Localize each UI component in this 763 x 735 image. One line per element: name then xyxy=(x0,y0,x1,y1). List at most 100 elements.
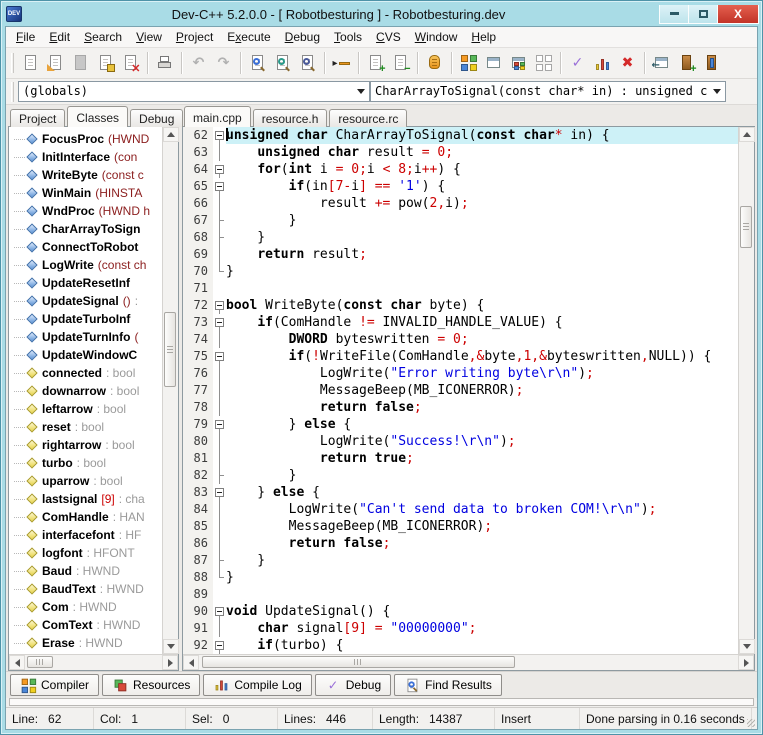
goto-line-button[interactable]: ▸ xyxy=(329,51,354,75)
scroll-down-button[interactable] xyxy=(163,639,179,654)
resize-grip[interactable] xyxy=(747,719,755,727)
code-text[interactable]: result += pow(2,i); xyxy=(226,195,738,212)
code-text[interactable]: } xyxy=(226,569,738,586)
report-tab-compile-log[interactable]: Compile Log xyxy=(203,674,311,696)
tree-item-baudtext[interactable]: BaudText: HWND xyxy=(9,580,162,598)
compile-and-run-button[interactable] xyxy=(506,51,531,75)
tree-item-updateresetinf[interactable]: UpdateResetInf xyxy=(9,274,162,292)
editor-vertical-scrollbar[interactable] xyxy=(738,127,754,654)
new-unit-button[interactable]: + xyxy=(363,51,388,75)
tree-item-chararraytosign[interactable]: CharArrayToSign xyxy=(9,220,162,238)
tree-item-downarrow[interactable]: downarrow: bool xyxy=(9,382,162,400)
tree-item-updateturboinf[interactable]: UpdateTurboInf xyxy=(9,310,162,328)
code-text[interactable]: void UpdateSignal() { xyxy=(226,603,738,620)
fold-marker[interactable] xyxy=(213,484,226,501)
menu-item-file[interactable]: File xyxy=(9,27,42,47)
titlebar[interactable]: DEV Dev-C++ 5.2.0.0 - [ Robotbesturing ]… xyxy=(1,1,762,25)
tree-item-updateturninfo[interactable]: UpdateTurnInfo( xyxy=(9,328,162,346)
tree-item-connected[interactable]: connected: bool xyxy=(9,364,162,382)
fold-marker[interactable] xyxy=(213,314,226,331)
code-text[interactable]: if(!WriteFile(ComHandle,&byte,1,&byteswr… xyxy=(226,348,738,365)
tree-item-winmain[interactable]: WinMain(HINSTA xyxy=(9,184,162,202)
tree-item-erase[interactable]: Erase: HWND xyxy=(9,634,162,652)
code-text[interactable]: if(in[7-i] == '1') { xyxy=(226,178,738,195)
tree-item-reset[interactable]: reset: bool xyxy=(9,418,162,436)
tree-vertical-scrollbar[interactable] xyxy=(162,127,178,654)
code-text[interactable]: DWORD byteswritten = 0; xyxy=(226,331,738,348)
scroll-up-button[interactable] xyxy=(163,127,179,142)
rebuild-all-button[interactable] xyxy=(531,51,556,75)
find-button[interactable] xyxy=(245,51,270,75)
code-text[interactable] xyxy=(226,586,738,603)
code-text[interactable]: for(int i = 0;i < 8;i++) { xyxy=(226,161,738,178)
fold-marker[interactable] xyxy=(213,161,226,178)
menu-item-tools[interactable]: Tools xyxy=(327,27,369,47)
chevron-down-icon[interactable] xyxy=(352,82,369,101)
tree-item-interfacefont[interactable]: interfacefont: HF xyxy=(9,526,162,544)
code-text[interactable]: if(ComHandle != INVALID_HANDLE_VALUE) { xyxy=(226,314,738,331)
code-text[interactable]: return result; xyxy=(226,246,738,263)
fold-marker[interactable] xyxy=(213,637,226,654)
fold-marker[interactable] xyxy=(213,178,226,195)
menu-item-debug[interactable]: Debug xyxy=(278,27,327,47)
editor-horizontal-scrollbar[interactable] xyxy=(183,654,754,670)
scroll-up-button[interactable] xyxy=(739,127,755,142)
tab-main-cpp[interactable]: main.cpp xyxy=(184,106,251,127)
menu-item-help[interactable]: Help xyxy=(464,27,503,47)
tab-project[interactable]: Project xyxy=(10,109,65,127)
print-button[interactable] xyxy=(152,51,177,75)
abort-button[interactable]: ✖ xyxy=(615,51,640,75)
tree-item-logwrite[interactable]: LogWrite(const ch xyxy=(9,256,162,274)
compile-button[interactable] xyxy=(456,51,481,75)
code-text[interactable]: char signal[9] = "00000000"; xyxy=(226,620,738,637)
tree-item-wndproc[interactable]: WndProc(HWND h xyxy=(9,202,162,220)
menu-item-search[interactable]: Search xyxy=(77,27,129,47)
code-text[interactable]: LogWrite("Error writing byte\r\n"); xyxy=(226,365,738,382)
remove-unit-button[interactable]: − xyxy=(388,51,413,75)
chevron-down-icon[interactable] xyxy=(708,82,725,101)
code-text[interactable]: MessageBeep(MB_ICONERROR); xyxy=(226,382,738,399)
tree-item-logfont[interactable]: logfont: HFONT xyxy=(9,544,162,562)
menu-item-execute[interactable]: Execute xyxy=(220,27,277,47)
code-text[interactable]: LogWrite("Can't send data to broken COM!… xyxy=(226,501,738,518)
replace-button[interactable] xyxy=(270,51,295,75)
switch-window-button[interactable]: ← xyxy=(649,51,674,75)
report-tab-resources[interactable]: Resources xyxy=(102,674,200,696)
close-file-button[interactable]: ✕ xyxy=(118,51,143,75)
fold-marker[interactable] xyxy=(213,127,226,144)
code-text[interactable]: } xyxy=(226,552,738,569)
tab-resource-rc[interactable]: resource.rc xyxy=(329,109,407,127)
tree-item-comtext[interactable]: ComText: HWND xyxy=(9,616,162,634)
tab-debug[interactable]: Debug xyxy=(130,109,183,127)
scrollbar-thumb[interactable] xyxy=(740,206,752,248)
find-in-files-button[interactable] xyxy=(295,51,320,75)
menu-item-edit[interactable]: Edit xyxy=(42,27,77,47)
report-tab-compiler[interactable]: Compiler xyxy=(10,674,99,696)
maximize-button[interactable] xyxy=(689,5,718,23)
code-text[interactable]: } else { xyxy=(226,484,738,501)
fold-marker[interactable] xyxy=(213,603,226,620)
tree-item-leftarrow[interactable]: leftarrow: bool xyxy=(9,400,162,418)
menu-item-window[interactable]: Window xyxy=(408,27,465,47)
tree-item-updatesignal[interactable]: UpdateSignal(): xyxy=(9,292,162,310)
tab-resource-h[interactable]: resource.h xyxy=(253,109,328,127)
tree-item-connecttorobot[interactable]: ConnectToRobot xyxy=(9,238,162,256)
code-text[interactable]: MessageBeep(MB_ICONERROR); xyxy=(226,518,738,535)
run-button[interactable] xyxy=(481,51,506,75)
tree-item-com[interactable]: Com: HWND xyxy=(9,598,162,616)
tree-item-writebyte[interactable]: WriteByte(const c xyxy=(9,166,162,184)
scroll-right-button[interactable] xyxy=(738,655,754,670)
tree-item-uparrow[interactable]: uparrow: bool xyxy=(9,472,162,490)
open-file-button[interactable] xyxy=(43,51,68,75)
tree-item-turbo[interactable]: turbo: bool xyxy=(9,454,162,472)
tree-item-rightarrow[interactable]: rightarrow: bool xyxy=(9,436,162,454)
code-text[interactable]: } else { xyxy=(226,416,738,433)
close-button[interactable]: X xyxy=(718,5,758,23)
scroll-down-button[interactable] xyxy=(739,639,755,654)
report-tab-find-results[interactable]: Find Results xyxy=(394,674,502,696)
close-project-button[interactable] xyxy=(699,51,724,75)
fold-marker[interactable] xyxy=(213,416,226,433)
code-text[interactable]: } xyxy=(226,212,738,229)
project-options-button[interactable] xyxy=(422,51,447,75)
tree-item-comhandle[interactable]: ComHandle: HAN xyxy=(9,508,162,526)
